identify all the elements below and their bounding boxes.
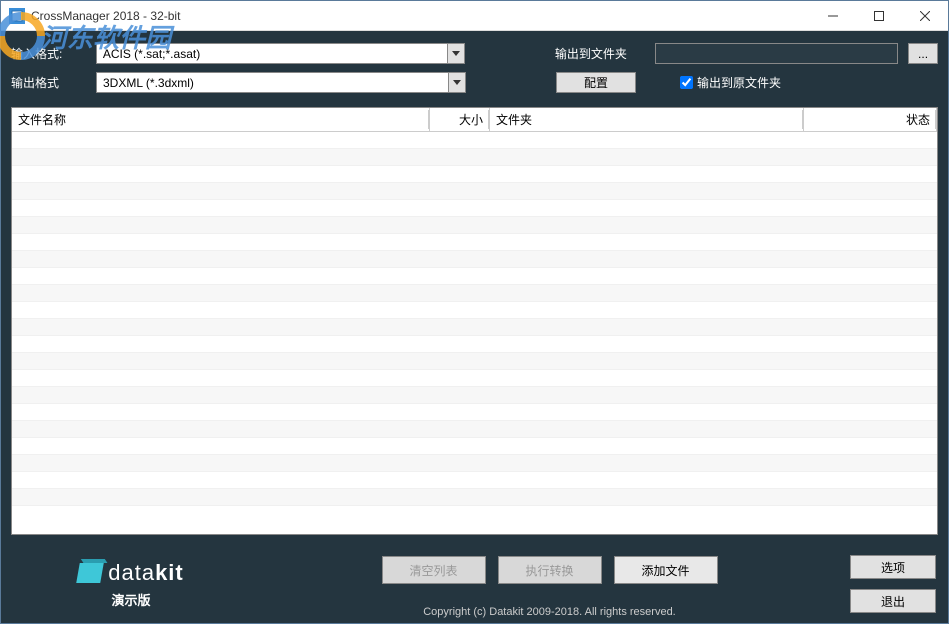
output-format-value: 3DXML (*.3dxml) — [97, 76, 448, 90]
output-to-source-checkbox[interactable]: 输出到原文件夹 — [680, 74, 781, 91]
app-icon — [9, 8, 25, 24]
output-format-label: 输出格式 — [11, 74, 86, 91]
output-to-source-label: 输出到原文件夹 — [697, 74, 781, 91]
browse-button[interactable]: ... — [908, 43, 938, 64]
table-row — [12, 319, 937, 336]
table-row — [12, 302, 937, 319]
main-window: CrossManager 2018 - 32-bit — [0, 0, 949, 624]
table-body[interactable] — [12, 132, 937, 534]
close-button[interactable] — [902, 1, 948, 31]
table-row — [12, 217, 937, 234]
table-row — [12, 438, 937, 455]
input-format-value: ACIS (*.sat;*.asat) — [97, 47, 447, 61]
column-size[interactable]: 大小 — [430, 108, 490, 132]
config-panel: 输入格式: ACIS (*.sat;*.asat) 输出到文件夹 ... 输出格… — [1, 31, 948, 101]
input-format-label: 输入格式: — [11, 45, 86, 62]
table-row — [12, 234, 937, 251]
table-row — [12, 353, 937, 370]
window-controls — [810, 1, 948, 31]
minimize-button[interactable] — [810, 1, 856, 31]
table-row — [12, 285, 937, 302]
output-to-source-input[interactable] — [680, 76, 693, 89]
version-label: 演示版 — [111, 590, 150, 609]
table-row — [12, 370, 937, 387]
footer-branding: datakit 演示版 — [1, 560, 261, 609]
footer: datakit 演示版 清空列表 执行转换 添加文件 Copyright (c)… — [1, 545, 948, 623]
chevron-down-icon — [447, 44, 464, 63]
window-title: CrossManager 2018 - 32-bit — [31, 9, 180, 23]
brand-text: datakit — [108, 560, 184, 586]
titlebar: CrossManager 2018 - 32-bit — [1, 1, 948, 31]
table-row — [12, 183, 937, 200]
output-format-row: 输出格式 3DXML (*.3dxml) 配置 输出到原文件夹 — [11, 72, 938, 93]
table-row — [12, 149, 937, 166]
app-body: 河东软件园 输入格式: ACIS (*.sat;*.asat) 输出到文件夹 .… — [1, 31, 948, 623]
input-format-combo[interactable]: ACIS (*.sat;*.asat) — [96, 43, 465, 64]
action-buttons: 清空列表 执行转换 添加文件 — [382, 556, 718, 584]
execute-button[interactable]: 执行转换 — [498, 556, 602, 584]
add-files-button[interactable]: 添加文件 — [614, 556, 718, 584]
close-icon — [920, 11, 930, 21]
exit-button[interactable]: 退出 — [850, 589, 936, 613]
configure-button[interactable]: 配置 — [556, 72, 636, 93]
footer-center: 清空列表 执行转换 添加文件 Copyright (c) Datakit 200… — [261, 550, 838, 618]
file-table: 文件名称 大小 文件夹 状态 — [11, 107, 938, 535]
options-button[interactable]: 选项 — [850, 555, 936, 579]
datakit-logo: datakit — [78, 560, 184, 586]
minimize-icon — [828, 11, 838, 21]
table-row — [12, 336, 937, 353]
maximize-icon — [874, 11, 884, 21]
copyright-text: Copyright (c) Datakit 2009-2018. All rig… — [423, 606, 676, 618]
table-row — [12, 404, 937, 421]
table-row — [12, 455, 937, 472]
table-row — [12, 387, 937, 404]
datakit-box-icon — [76, 563, 104, 583]
output-folder-input[interactable] — [655, 43, 898, 64]
table-row — [12, 132, 937, 149]
chevron-down-icon — [448, 73, 465, 92]
maximize-button[interactable] — [856, 1, 902, 31]
table-header: 文件名称 大小 文件夹 状态 — [12, 108, 937, 132]
table-row — [12, 200, 937, 217]
footer-right: 选项 退出 — [838, 555, 948, 613]
table-row — [12, 251, 937, 268]
column-status[interactable]: 状态 — [804, 108, 937, 132]
table-row — [12, 421, 937, 438]
output-folder-label: 输出到文件夹 — [555, 45, 645, 62]
column-folder[interactable]: 文件夹 — [490, 108, 804, 132]
column-filename[interactable]: 文件名称 — [12, 108, 430, 132]
table-row — [12, 166, 937, 183]
input-format-row: 输入格式: ACIS (*.sat;*.asat) 输出到文件夹 ... — [11, 43, 938, 64]
table-row — [12, 268, 937, 285]
output-format-combo[interactable]: 3DXML (*.3dxml) — [96, 72, 466, 93]
table-row — [12, 472, 937, 489]
clear-list-button[interactable]: 清空列表 — [382, 556, 486, 584]
table-row — [12, 489, 937, 506]
